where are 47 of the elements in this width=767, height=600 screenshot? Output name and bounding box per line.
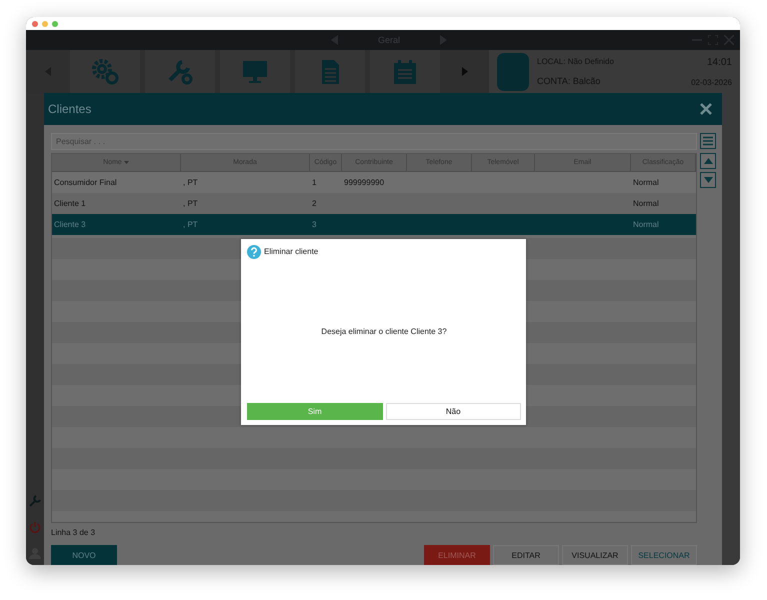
table-cell-text: Cliente 1 xyxy=(53,198,87,210)
row-count-text: Linha 3 de 3 xyxy=(51,527,96,539)
question-icon xyxy=(247,244,261,258)
scroll-up-button[interactable] xyxy=(700,153,716,169)
table-cell-text: 2 xyxy=(311,198,318,210)
table-cell-text: , PT xyxy=(182,219,199,231)
action-button[interactable]: EDITAR xyxy=(493,545,559,565)
action-button[interactable]: SELECIONAR xyxy=(631,545,697,565)
toolbar-tile[interactable] xyxy=(220,50,290,93)
table-cell-text: Normal xyxy=(632,198,660,210)
toolbar-tile[interactable] xyxy=(145,50,215,93)
minimize-window-dot[interactable] xyxy=(42,20,48,26)
menu-button[interactable] xyxy=(700,133,716,149)
confirm-button[interactable]: Sim xyxy=(247,403,382,420)
toolbar-tile[interactable] xyxy=(70,50,140,93)
up-triangle-icon xyxy=(704,158,712,164)
table-cell-text: Normal xyxy=(632,177,660,189)
sort-caret-icon xyxy=(124,161,129,164)
table-cell-text: 3 xyxy=(311,219,318,231)
action-button[interactable]: NOVO xyxy=(51,545,117,565)
down-triangle-icon xyxy=(704,177,712,183)
right-arrow-icon[interactable] xyxy=(462,67,468,76)
scroll-down-button[interactable] xyxy=(700,172,716,188)
clipboard-icon xyxy=(391,58,419,86)
gears-icon xyxy=(91,58,119,86)
table-row[interactable]: Cliente 3 , PT 3 Normal xyxy=(52,214,696,235)
zoom-window-dot[interactable] xyxy=(52,20,58,26)
power-icon[interactable] xyxy=(29,521,41,533)
table-cell-text: , PT xyxy=(182,198,199,210)
dialog-title: Eliminar cliente xyxy=(264,247,318,256)
table-cell-text: Cliente 3 xyxy=(53,219,87,231)
wrench-gear-icon xyxy=(166,58,194,86)
confirm-message: Deseja eliminar o cliente Cliente 3? xyxy=(321,327,447,336)
table-cell-text: 1 xyxy=(311,177,318,189)
action-button[interactable]: VISUALIZAR xyxy=(562,545,628,565)
dialog-title: Clientes xyxy=(48,102,92,116)
close-icon[interactable] xyxy=(700,103,712,115)
toolbar-tile[interactable] xyxy=(295,50,365,93)
close-window-dot[interactable] xyxy=(32,20,38,26)
action-button[interactable]: ELIMINAR xyxy=(424,545,490,565)
table-cell-text: Consumidor Final xyxy=(53,177,118,189)
table-cell-text: , PT xyxy=(182,177,199,189)
table-cell-text: Normal xyxy=(632,219,660,231)
menu-icon xyxy=(703,136,713,146)
cancel-button[interactable]: Não xyxy=(386,403,521,420)
table-cell-text: 999999990 xyxy=(343,177,386,189)
toolbar-tile[interactable] xyxy=(370,50,440,93)
